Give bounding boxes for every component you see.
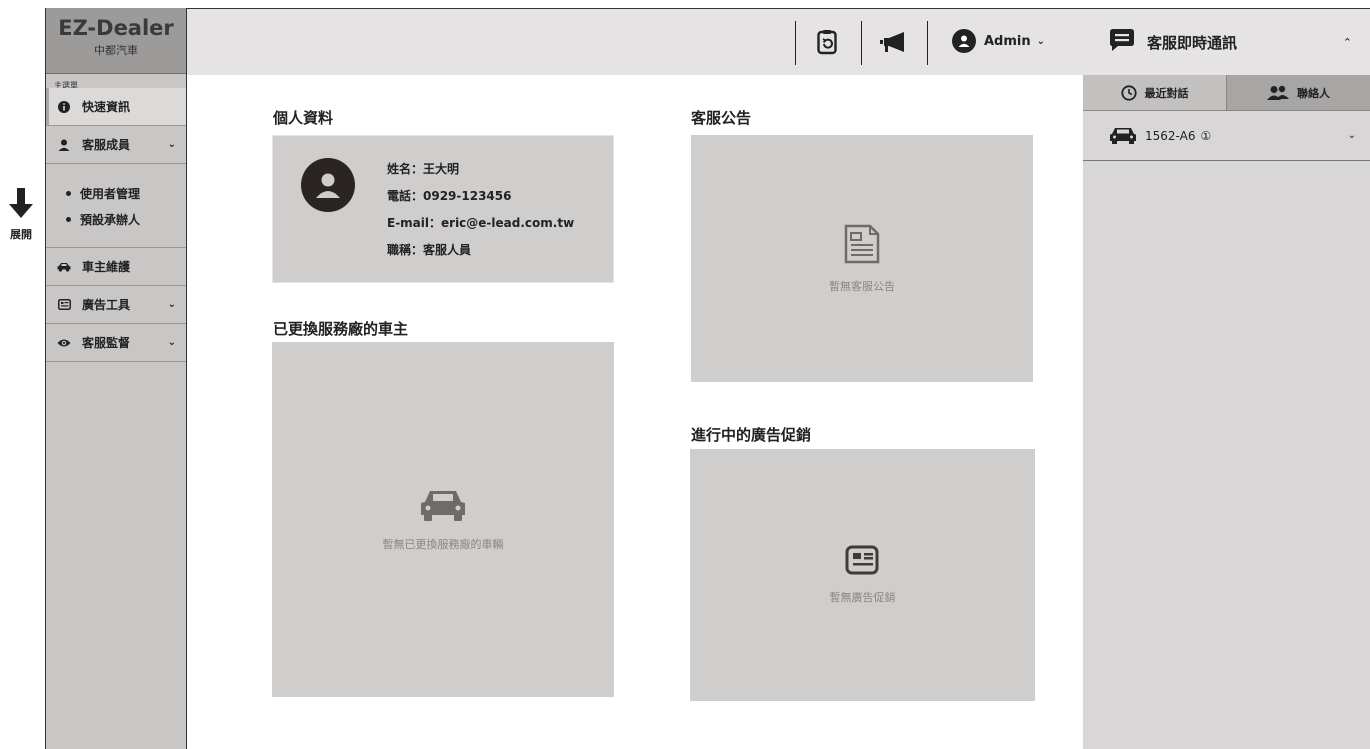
promotions-title: 進行中的廣告促銷 [691,426,812,444]
profile-title: 個人資料 [273,109,334,127]
sidebar-item-label: 車主維護 [82,260,131,274]
divider [861,21,862,65]
chat-title: 客服即時通訊 [1147,33,1238,52]
document-icon [844,224,880,268]
profile-email: E-mail：eric@e-lead.com.tw [387,216,575,230]
sidebar-item-label: 客服監督 [82,336,131,350]
admin-label: Admin [984,33,1031,49]
clipboard-switch-icon[interactable] [814,27,844,57]
tab-recent-conversations[interactable]: 最近對話 [1083,75,1227,110]
tab-label: 聯絡人 [1297,86,1330,100]
announcements-empty-text: 暫無客服公告 [829,279,895,293]
chevron-down-icon: ⌄ [167,299,176,310]
promotions-panel: 暫無廣告促銷 [690,449,1035,701]
car-icon [1109,127,1137,145]
bullet-icon [66,190,71,196]
admin-menu[interactable]: Admin ⌄ [952,29,1045,53]
brand-name: EZ-Dealer [58,16,174,40]
expand-label: 展開 [10,228,32,241]
avatar [952,29,976,53]
promotions-empty-text: 暫無廣告促銷 [829,591,896,604]
submenu-item-label: 預設承辦人 [80,212,141,227]
brand-logo[interactable]: EZ-Dealer 中都汽車 [46,8,186,74]
tab-label: 最近對話 [1144,86,1189,100]
clock-icon [1120,84,1137,101]
submenu-item-label: 使用者管理 [80,186,141,201]
chat-tabs: 最近對話 聯絡人 [1083,75,1370,111]
user-icon [56,139,72,151]
submenu-item-user-management[interactable]: 使用者管理 [46,180,186,206]
avatar [301,158,355,212]
arrow-down-icon [9,188,33,218]
profile-name: 姓名：王大明 [387,162,460,176]
sidebar-item-owner-maintenance[interactable]: 車主維護 [46,248,186,286]
submenu-item-default-handler[interactable]: 預設承辦人 [46,206,186,232]
profile-role: 職稱：客服人員 [387,243,472,257]
chevron-down-icon: ⌄ [1036,35,1046,47]
chevron-down-icon: ⌄ [167,139,176,150]
divider [927,21,928,65]
announcements-panel: 暫無客服公告 [691,135,1033,382]
contacts-icon [1267,85,1289,101]
profile-card: 姓名：王大明 電話：0929-123456 E-mail：eric@e-lead… [272,135,614,283]
cs-members-submenu: 使用者管理 預設承辦人 [46,164,186,248]
car-icon [419,488,467,526]
top-bar: Admin ⌄ [187,8,1083,75]
sidebar-item-label: 廣告工具 [82,298,131,312]
brand-subtitle: 中都汽車 [94,44,138,57]
sidebar-item-quick-info[interactable]: 快速資訊 [46,88,186,126]
sidebar-item-label: 客服成員 [82,138,131,152]
announcements-title: 客服公告 [691,109,752,127]
changed-owners-title: 已更換服務廠的車主 [273,320,409,338]
ad-icon [845,545,881,579]
changed-owners-panel: 暫無已更換服務廠的車輛 [272,342,614,697]
conversation-item[interactable]: 1562-A6 ① ⌄ [1083,111,1370,161]
menu-caption: 主選單 [54,81,78,90]
unread-badge: ① [1200,128,1212,143]
sidebar-item-cs-members[interactable]: 客服成員 ⌄ [46,126,186,164]
megaphone-icon[interactable] [879,27,909,57]
tab-contacts[interactable]: 聯絡人 [1227,75,1370,110]
profile-details: 姓名：王大明 電話：0929-123456 E-mail：eric@e-lead… [387,156,574,264]
chevron-down-icon[interactable]: ⌄ [1348,130,1356,141]
sidebar-item-ad-tools[interactable]: 廣告工具 ⌄ [46,286,186,324]
sidebar-item-label: 快速資訊 [82,100,131,114]
info-icon [56,100,72,113]
chat-panel: 客服即時通訊 ⌃ 最近對話 聯絡人 1562-A6 ① ⌄ [1083,8,1370,749]
chat-header[interactable]: 客服即時通訊 ⌃ [1083,9,1370,75]
changed-owners-empty-text: 暫無已更換服務廠的車輛 [382,537,504,551]
car-icon [56,262,72,272]
chevron-up-icon[interactable]: ⌃ [1343,36,1352,49]
sidebar: EZ-Dealer 中都汽車 主選單 快速資訊 客服成員 ⌄ 使用者管理 預設承… [45,8,187,749]
sidebar-item-cs-supervision[interactable]: 客服監督 ⌄ [46,324,186,362]
chat-bubble-icon [1109,28,1135,56]
expand-hint: 展開 [4,188,38,242]
profile-phone: 電話：0929-123456 [387,189,512,203]
conversation-plate: 1562-A6 [1145,128,1196,143]
bullet-icon [66,216,71,222]
eye-icon [56,338,72,348]
chevron-down-icon: ⌄ [167,337,176,348]
divider [795,21,796,65]
ad-icon [56,299,72,310]
